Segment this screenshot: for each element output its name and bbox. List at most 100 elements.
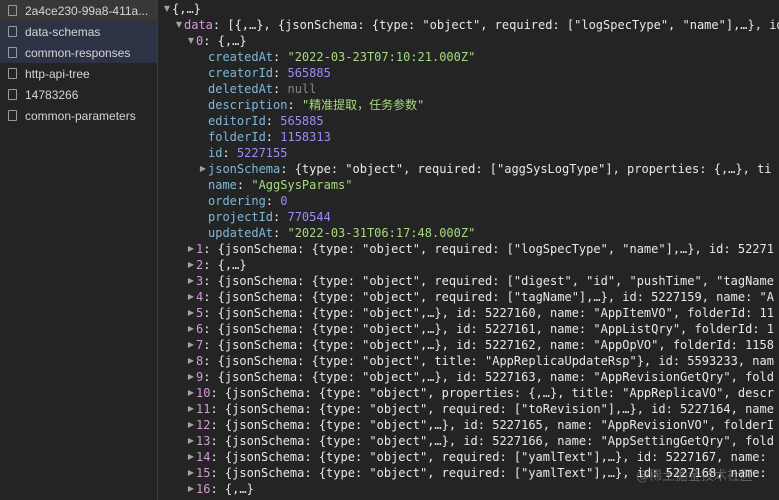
json-tree-row[interactable]: ▶ 9: {jsonSchema: {type: "object",…}, id:…	[158, 369, 779, 385]
collapse-arrow-icon[interactable]: ▶	[186, 481, 196, 497]
json-key: 11	[196, 402, 211, 416]
file-icon	[8, 89, 17, 100]
json-key: updatedAt	[208, 226, 274, 240]
collapse-arrow-icon[interactable]: ▶	[186, 417, 196, 433]
sidebar-item-common-parameters[interactable]: common-parameters	[0, 105, 157, 126]
json-tree-row[interactable]: ▶ 14: {jsonSchema: {type: "object", requi…	[158, 449, 779, 465]
json-value: 565885	[287, 66, 331, 80]
json-value: :	[273, 50, 288, 64]
sidebar-item-label: http-api-tree	[25, 66, 90, 81]
json-value: : {jsonSchema: {type: "object", required…	[210, 450, 767, 464]
json-value: :	[236, 178, 252, 192]
sidebar-item-http-api-tree[interactable]: http-api-tree	[0, 63, 157, 84]
json-key: projectId	[208, 210, 274, 224]
json-value: :	[273, 66, 288, 80]
json-tree-row[interactable]: ▶ 7: {jsonSchema: {type: "object",…}, id:…	[158, 337, 779, 353]
collapse-arrow-icon[interactable]: ▶	[186, 369, 196, 385]
collapse-arrow-icon[interactable]: ▶	[186, 273, 196, 289]
json-value: : {jsonSchema: {type: "object", properti…	[210, 386, 774, 400]
json-key: name	[208, 178, 237, 192]
json-tree-row: ordering: 0	[158, 193, 779, 209]
json-tree-row[interactable]: ▼ data: [{,…}, {jsonSchema: {type: "objec…	[158, 17, 779, 33]
json-tree-row: deletedAt: null	[158, 81, 779, 97]
json-key: folderId	[208, 130, 266, 144]
json-tree-row[interactable]: ▶ 1: {jsonSchema: {type: "object", requir…	[158, 241, 779, 257]
json-key: jsonSchema	[208, 162, 281, 176]
json-tree-row[interactable]: ▼ 0: {,…}	[158, 33, 779, 49]
sidebar-item-label: 2a4ce230-99a8-411a...	[25, 3, 149, 18]
json-key: 16	[196, 482, 211, 496]
collapse-arrow-icon[interactable]: ▶	[186, 401, 196, 417]
json-tree-row[interactable]: ▶ 2: {,…}	[158, 257, 779, 273]
sidebar-item-common-responses[interactable]: common-responses	[0, 42, 157, 63]
json-tree-row[interactable]: ▶ 10: {jsonSchema: {type: "object", prope…	[158, 385, 779, 401]
json-value: : {jsonSchema: {type: "object", required…	[203, 290, 774, 304]
json-tree-row: name: "AggSysParams"	[158, 177, 779, 193]
json-key: data	[184, 18, 213, 32]
json-value: "AggSysParams"	[251, 178, 353, 192]
json-value: : {,…}	[203, 34, 247, 48]
collapse-arrow-icon[interactable]: ▶	[186, 321, 196, 337]
collapse-arrow-icon[interactable]: ▶	[186, 257, 196, 273]
collapse-arrow-icon[interactable]: ▶	[186, 305, 196, 321]
watermark: @稀土掘金技术社区	[635, 469, 753, 484]
collapse-arrow-icon[interactable]: ▶	[186, 353, 196, 369]
collapse-arrow-icon[interactable]: ▶	[186, 241, 196, 257]
json-value: : {jsonSchema: {type: "object",…}, id: 5…	[210, 418, 774, 432]
json-value: :	[265, 194, 281, 208]
json-tree-row: description: "精准提取，任务参数"	[158, 97, 779, 113]
json-tree-row: updatedAt: "2022-03-31T06:17:48.000Z"	[158, 225, 779, 241]
sidebar-item-14783266[interactable]: 14783266	[0, 84, 157, 105]
json-tree-row[interactable]: ▶ 13: {jsonSchema: {type: "object",…}, id…	[158, 433, 779, 449]
collapse-arrow-icon[interactable]: ▶	[186, 449, 196, 465]
expand-arrow-icon[interactable]: ▼	[174, 17, 184, 33]
collapse-arrow-icon[interactable]: ▶	[186, 465, 196, 481]
json-tree-row[interactable]: ▶ 8: {jsonSchema: {type: "object", title:…	[158, 353, 779, 369]
json-value: : {jsonSchema: {type: "object", title: "…	[203, 354, 774, 368]
json-value: 565885	[280, 114, 324, 128]
file-icon	[8, 5, 17, 16]
json-tree-row[interactable]: ▶ 3: {jsonSchema: {type: "object", requir…	[158, 273, 779, 289]
expand-arrow-icon[interactable]: ▼	[186, 33, 196, 49]
json-tree-row: creatorId: 565885	[158, 65, 779, 81]
json-tree-row: projectId: 770544	[158, 209, 779, 225]
json-key: id	[208, 146, 223, 160]
collapse-arrow-icon[interactable]: ▶	[186, 385, 196, 401]
json-tree-row: id: 5227155	[158, 145, 779, 161]
json-tree-row[interactable]: ▶ 4: {jsonSchema: {type: "object", requir…	[158, 289, 779, 305]
json-tree-row[interactable]: ▶ jsonSchema: {type: "object", required: …	[158, 161, 779, 177]
json-value: "2022-03-31T06:17:48.000Z"	[287, 226, 476, 240]
collapse-arrow-icon[interactable]: ▶	[186, 289, 196, 305]
sidebar-item-label: common-parameters	[25, 108, 136, 123]
json-tree-row[interactable]: ▼ {,…}	[158, 1, 779, 17]
json-value: : {jsonSchema: {type: "object",…}, id: 5…	[203, 370, 774, 384]
sidebar-item-label: 14783266	[25, 87, 79, 102]
json-key: description	[208, 98, 288, 112]
sidebar-item-data-schemas[interactable]: data-schemas	[0, 21, 157, 42]
json-tree-row[interactable]: ▶ 6: {jsonSchema: {type: "object",…}, id:…	[158, 321, 779, 337]
file-icon	[8, 47, 17, 58]
json-value: : {jsonSchema: {type: "object", required…	[210, 402, 774, 416]
json-key: deletedAt	[208, 82, 274, 96]
json-tree-row[interactable]: ▶ 5: {jsonSchema: {type: "object",…}, id:…	[158, 305, 779, 321]
json-key: 15	[196, 466, 211, 480]
json-preview-panel: ▼ {,…} ▼ data: [{,…}, {jsonSchema: {type: "…	[158, 0, 779, 500]
json-value: 0	[280, 194, 288, 208]
json-tree-row[interactable]: ▶ 12: {jsonSchema: {type: "object",…}, id…	[158, 417, 779, 433]
file-icon	[8, 68, 17, 79]
json-value: : {jsonSchema: {type: "object",…}, id: 5…	[203, 322, 774, 336]
json-value: : {jsonSchema: {type: "object",…}, id: 5…	[210, 434, 774, 448]
json-tree-row: editorId: 565885	[158, 113, 779, 129]
expand-arrow-icon[interactable]: ▼	[162, 1, 172, 17]
collapse-arrow-icon[interactable]: ▶	[198, 161, 208, 177]
collapse-arrow-icon[interactable]: ▶	[186, 433, 196, 449]
json-key: ordering	[208, 194, 266, 208]
json-tree-row[interactable]: ▶ 11: {jsonSchema: {type: "object", requi…	[158, 401, 779, 417]
json-value: : {jsonSchema: {type: "object",…}, id: 5…	[203, 306, 774, 320]
json-value: "精准提取，任务参数"	[301, 98, 425, 112]
json-value: :	[273, 226, 288, 240]
collapse-arrow-icon[interactable]: ▶	[186, 337, 196, 353]
sidebar-item-request[interactable]: 2a4ce230-99a8-411a...	[0, 0, 157, 21]
json-key: 12	[196, 418, 211, 432]
json-value: :	[222, 146, 237, 160]
